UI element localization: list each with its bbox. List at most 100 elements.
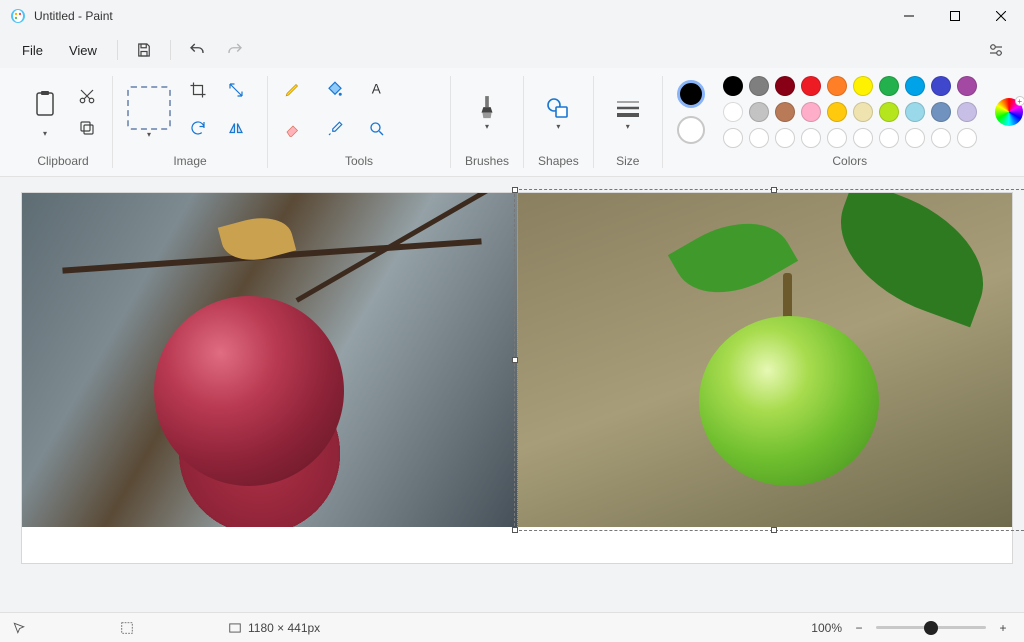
color-swatch[interactable]: [723, 76, 743, 96]
paste-button[interactable]: [28, 87, 62, 121]
close-button[interactable]: [978, 0, 1024, 32]
ribbon-group-clipboard: ▾ Clipboard: [14, 76, 112, 168]
resize-handle[interactable]: [771, 527, 777, 533]
resize-handle[interactable]: [512, 527, 518, 533]
chevron-down-icon[interactable]: ▾: [43, 129, 47, 138]
zoom-slider[interactable]: [876, 626, 986, 629]
brushes-button[interactable]: ▾: [467, 94, 507, 131]
color-swatch[interactable]: [879, 102, 899, 122]
svg-text:A: A: [372, 82, 381, 97]
ribbon: ▾ Clipboard ▾: [0, 68, 1024, 177]
menu-bar: File View: [0, 32, 1024, 68]
color-swatch[interactable]: [853, 102, 873, 122]
color-swatch[interactable]: [853, 76, 873, 96]
resize-button[interactable]: [225, 79, 247, 101]
color-swatch[interactable]: [801, 102, 821, 122]
color-swatch-empty[interactable]: [801, 128, 821, 148]
color-swatch-empty[interactable]: [931, 128, 951, 148]
cut-button[interactable]: [76, 85, 98, 107]
color-swatch[interactable]: [827, 102, 847, 122]
crop-button[interactable]: [187, 79, 209, 101]
color-swatch-empty[interactable]: [749, 128, 769, 148]
ribbon-label-image: Image: [173, 148, 206, 168]
zoom-level: 100%: [811, 621, 842, 635]
plus-icon: +: [1015, 96, 1024, 106]
ribbon-group-size: ▾ Size: [593, 76, 662, 168]
maximize-button[interactable]: [932, 0, 978, 32]
color-swatch-empty[interactable]: [879, 128, 899, 148]
rotate-button[interactable]: [187, 117, 209, 139]
color-1[interactable]: [677, 80, 705, 108]
shapes-button[interactable]: ▾: [538, 94, 578, 131]
text-tool[interactable]: A: [366, 78, 388, 100]
color-swatch[interactable]: [957, 102, 977, 122]
save-button[interactable]: [126, 34, 162, 66]
color-swatch-empty[interactable]: [827, 128, 847, 148]
zoom-out-button[interactable]: −: [850, 621, 868, 635]
color-swatch[interactable]: [723, 102, 743, 122]
size-button[interactable]: ▾: [608, 94, 648, 131]
color-swatch-empty[interactable]: [957, 128, 977, 148]
color-swatch[interactable]: [931, 102, 951, 122]
color-swatch[interactable]: [931, 76, 951, 96]
color-swatch[interactable]: [775, 76, 795, 96]
ribbon-label-size: Size: [616, 148, 639, 168]
ribbon-label-clipboard: Clipboard: [37, 148, 88, 168]
status-bar: 1180 × 441px 100% − +: [0, 612, 1024, 642]
menu-view[interactable]: View: [57, 39, 109, 62]
selection-size: [120, 621, 210, 635]
select-tool[interactable]: [127, 86, 171, 130]
color-swatch-empty[interactable]: [723, 128, 743, 148]
color-swatch[interactable]: [905, 76, 925, 96]
ribbon-group-tools: A Tools: [267, 76, 450, 168]
chevron-down-icon[interactable]: ▾: [147, 130, 151, 139]
fill-tool[interactable]: [324, 78, 346, 100]
menu-file[interactable]: File: [10, 39, 55, 62]
zoom-in-button[interactable]: +: [994, 621, 1012, 635]
ribbon-group-brushes: ▾ Brushes: [450, 76, 523, 168]
color-2[interactable]: [677, 116, 705, 144]
settings-button[interactable]: [978, 34, 1014, 66]
redo-button[interactable]: [217, 34, 253, 66]
chevron-down-icon: ▾: [626, 122, 630, 131]
color-swatch[interactable]: [801, 76, 821, 96]
magnifier-tool[interactable]: [366, 118, 388, 140]
ribbon-group-image: ▾ Image: [112, 76, 267, 168]
color-palette: [723, 76, 977, 148]
chevron-down-icon: ▾: [556, 122, 560, 131]
color-swatch[interactable]: [879, 76, 899, 96]
image-right: [517, 193, 1013, 527]
color-swatch[interactable]: [957, 76, 977, 96]
cursor-position: [12, 621, 102, 635]
zoom-control: 100% − +: [811, 621, 1012, 635]
color-swatch-empty[interactable]: [775, 128, 795, 148]
color-swatch[interactable]: [775, 102, 795, 122]
canvas-area[interactable]: [0, 177, 1024, 612]
ribbon-label-shapes: Shapes: [538, 148, 579, 168]
title-bar: Untitled - Paint: [0, 0, 1024, 32]
ribbon-label-tools: Tools: [345, 148, 373, 168]
chevron-down-icon: ▾: [485, 122, 489, 131]
color-swatch[interactable]: [905, 102, 925, 122]
ribbon-group-shapes: ▾ Shapes: [523, 76, 593, 168]
edit-colors-button[interactable]: +: [995, 98, 1023, 126]
minimize-button[interactable]: [886, 0, 932, 32]
canvas-dimensions: 1180 × 441px: [228, 621, 320, 635]
image-left: [22, 193, 517, 527]
flip-button[interactable]: [225, 117, 247, 139]
undo-button[interactable]: [179, 34, 215, 66]
color-swatch[interactable]: [749, 76, 769, 96]
color-swatch[interactable]: [749, 102, 769, 122]
ribbon-label-colors: Colors: [832, 148, 867, 168]
copy-button[interactable]: [76, 117, 98, 139]
eraser-tool[interactable]: [282, 118, 304, 140]
canvas[interactable]: [22, 193, 1012, 563]
color-swatch-empty[interactable]: [853, 128, 873, 148]
color-swatch[interactable]: [827, 76, 847, 96]
pencil-tool[interactable]: [282, 78, 304, 100]
ribbon-label-brushes: Brushes: [465, 148, 509, 168]
paint-app-icon: [10, 8, 26, 24]
color-swatch-empty[interactable]: [905, 128, 925, 148]
color-picker-tool[interactable]: [324, 118, 346, 140]
window-title: Untitled - Paint: [34, 9, 886, 23]
